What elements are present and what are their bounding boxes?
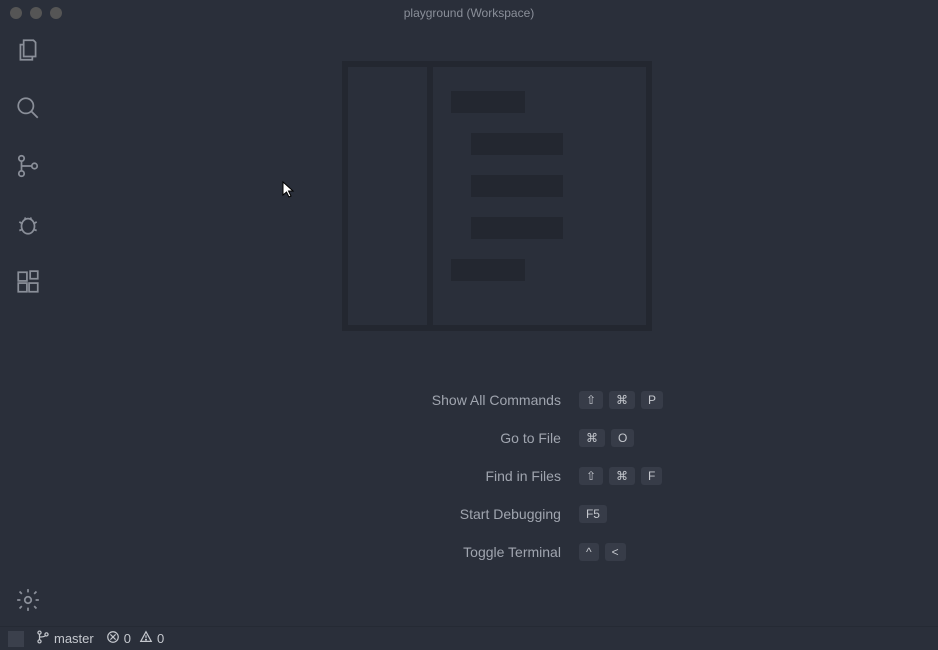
titlebar: playground (Workspace) bbox=[0, 0, 938, 26]
shortcut-label: Show All Commands bbox=[331, 392, 561, 408]
shortcut-keys: ⇧ ⌘ P bbox=[579, 391, 663, 409]
editor-watermark-icon bbox=[342, 61, 652, 331]
status-box[interactable] bbox=[8, 631, 24, 647]
activity-bar bbox=[0, 26, 56, 626]
error-count: 0 bbox=[124, 631, 131, 646]
status-bar: master 0 0 bbox=[0, 626, 938, 650]
shortcut-keys: ⇧ ⌘ F bbox=[579, 467, 662, 485]
warning-count: 0 bbox=[157, 631, 164, 646]
explorer-icon[interactable] bbox=[14, 36, 42, 64]
key: ^ bbox=[579, 543, 599, 561]
status-problems[interactable]: 0 0 bbox=[106, 630, 164, 647]
shortcut-find-in-files: Find in Files ⇧ ⌘ F bbox=[331, 467, 663, 485]
shortcut-keys: ⌘ O bbox=[579, 429, 634, 447]
status-branch[interactable]: master bbox=[36, 630, 94, 647]
shortcut-label: Go to File bbox=[331, 430, 561, 446]
branch-name: master bbox=[54, 631, 94, 646]
key: ⌘ bbox=[609, 391, 635, 409]
maximize-window-icon[interactable] bbox=[50, 7, 62, 19]
shortcut-toggle-terminal: Toggle Terminal ^ < bbox=[331, 543, 663, 561]
shortcut-label: Find in Files bbox=[331, 468, 561, 484]
shortcut-list: Show All Commands ⇧ ⌘ P Go to File ⌘ O F… bbox=[331, 391, 663, 561]
shortcut-label: Start Debugging bbox=[331, 506, 561, 522]
shortcut-show-all-commands: Show All Commands ⇧ ⌘ P bbox=[331, 391, 663, 409]
shortcut-go-to-file: Go to File ⌘ O bbox=[331, 429, 663, 447]
shortcut-keys: ^ < bbox=[579, 543, 626, 561]
shortcut-keys: F5 bbox=[579, 505, 607, 523]
key: < bbox=[605, 543, 626, 561]
window-controls bbox=[10, 7, 62, 19]
search-icon[interactable] bbox=[14, 94, 42, 122]
extensions-icon[interactable] bbox=[14, 268, 42, 296]
warning-icon bbox=[139, 630, 153, 647]
error-icon bbox=[106, 630, 120, 647]
key: ⌘ bbox=[579, 429, 605, 447]
key: P bbox=[641, 391, 663, 409]
source-control-icon[interactable] bbox=[14, 152, 42, 180]
editor-welcome: Show All Commands ⇧ ⌘ P Go to File ⌘ O F… bbox=[56, 26, 938, 626]
git-branch-icon bbox=[36, 630, 50, 647]
minimize-window-icon[interactable] bbox=[30, 7, 42, 19]
key: ⌘ bbox=[609, 467, 635, 485]
shortcut-label: Toggle Terminal bbox=[331, 544, 561, 560]
key: F5 bbox=[579, 505, 607, 523]
gear-icon[interactable] bbox=[14, 586, 42, 614]
key: F bbox=[641, 467, 662, 485]
key: ⇧ bbox=[579, 391, 603, 409]
key: O bbox=[611, 429, 634, 447]
window-title: playground (Workspace) bbox=[404, 6, 535, 20]
debug-icon[interactable] bbox=[14, 210, 42, 238]
close-window-icon[interactable] bbox=[10, 7, 22, 19]
shortcut-start-debugging: Start Debugging F5 bbox=[331, 505, 663, 523]
key: ⇧ bbox=[579, 467, 603, 485]
